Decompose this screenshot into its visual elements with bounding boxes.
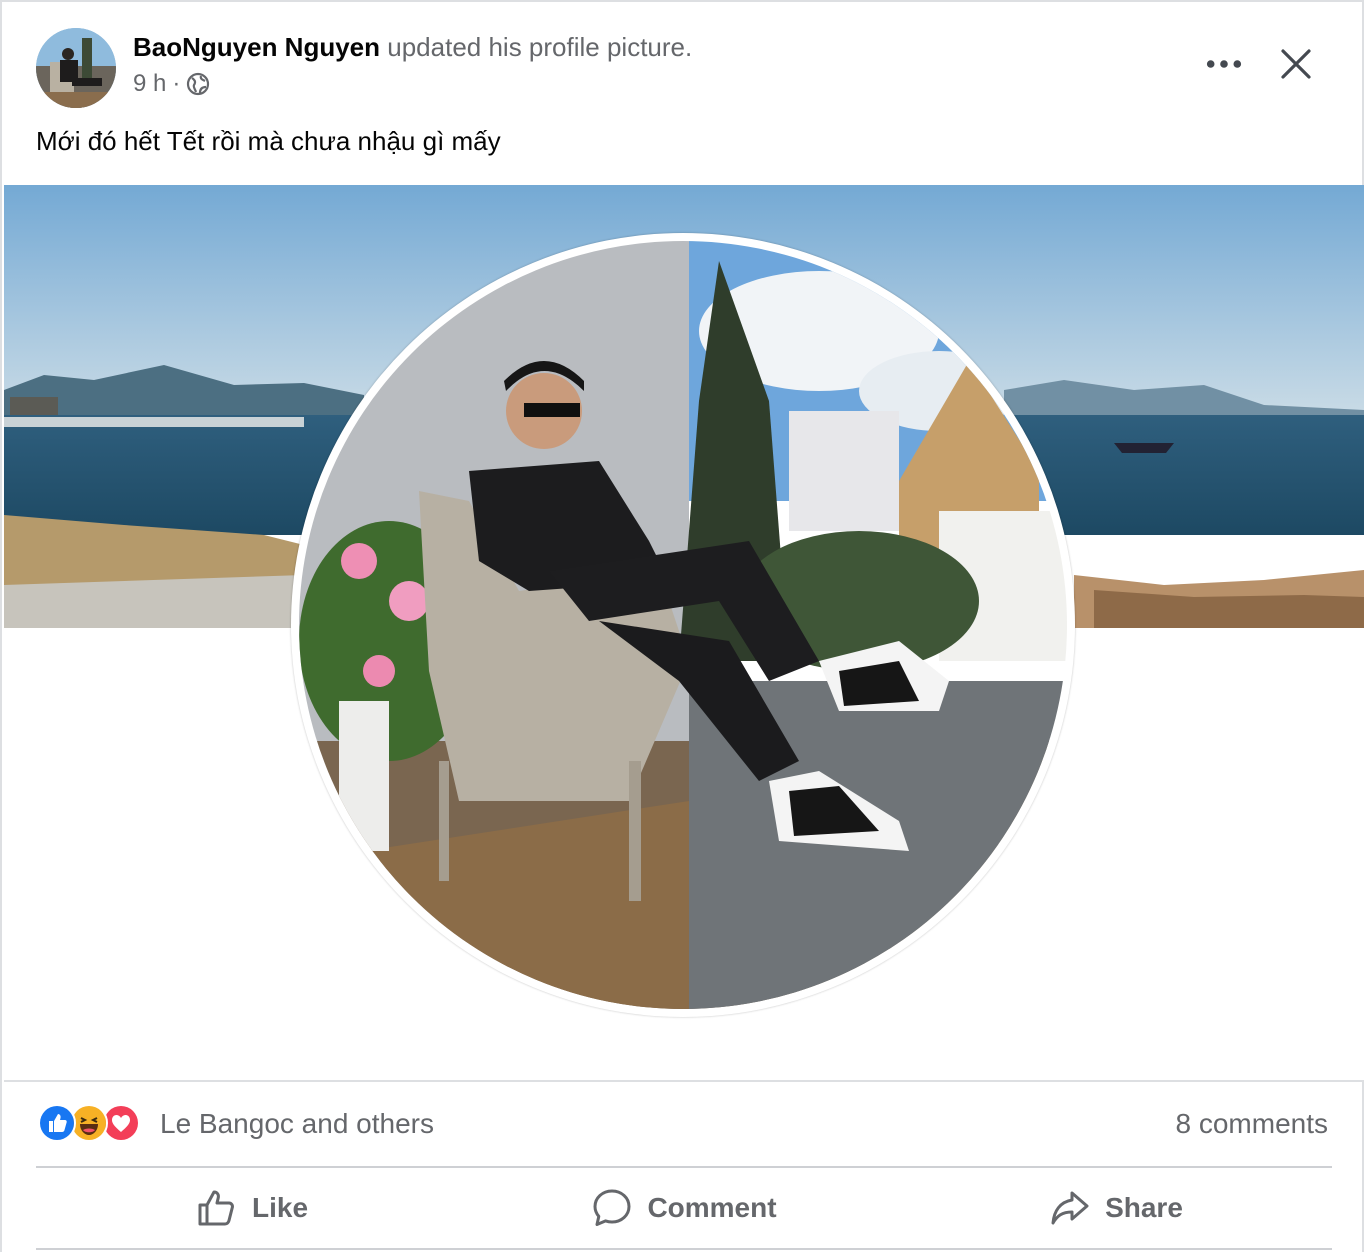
author-name[interactable]: BaoNguyen Nguyen (133, 32, 380, 62)
comments-count[interactable]: 8 comments (1176, 1108, 1329, 1140)
share-button[interactable]: Share (900, 1170, 1332, 1246)
like-button[interactable]: Like (36, 1170, 468, 1246)
profile-picture-frame[interactable] (291, 233, 1075, 1017)
post-media[interactable] (4, 185, 1364, 1080)
profile-picture (299, 241, 1067, 1009)
more-options-button[interactable] (1198, 42, 1250, 86)
like-label: Like (251, 1192, 309, 1223)
comment-label: Comment (647, 1192, 777, 1223)
post-actions: Like Comment Share (36, 1170, 1332, 1246)
media-divider (4, 1080, 1364, 1082)
share-arrow-icon (1051, 1191, 1089, 1225)
feed-post: BaoNguyen Nguyen updated his profile pic… (0, 0, 1364, 1252)
post-meta: 9 h · (133, 70, 210, 98)
comment-button[interactable]: Comment (468, 1170, 900, 1246)
thumbs-up-icon (198, 1190, 234, 1226)
meta-separator: · (172, 70, 181, 97)
author-avatar[interactable] (36, 28, 116, 108)
actions-bottom-divider (36, 1248, 1332, 1250)
post-header-line: BaoNguyen Nguyen updated his profile pic… (133, 32, 692, 63)
share-label: Share (1105, 1192, 1183, 1223)
avatar-photo (36, 28, 116, 108)
post-caption: Mới đó hết Tết rồi mà chưa nhậu gì mấy (36, 126, 501, 156)
reactions-summary[interactable]: Le Bangoc and others (160, 1108, 434, 1140)
close-icon (1281, 49, 1311, 79)
comment-bubble-icon (593, 1189, 631, 1226)
like-reaction-icon (38, 1104, 76, 1142)
close-button[interactable] (1270, 38, 1322, 90)
post-timestamp[interactable]: 9 h (133, 70, 166, 98)
more-dots-icon (1206, 60, 1242, 68)
post-action-text: updated his profile picture. (387, 32, 693, 62)
reaction-icons[interactable] (38, 1104, 140, 1142)
actions-top-divider (36, 1166, 1332, 1168)
globe-icon[interactable] (186, 72, 210, 96)
